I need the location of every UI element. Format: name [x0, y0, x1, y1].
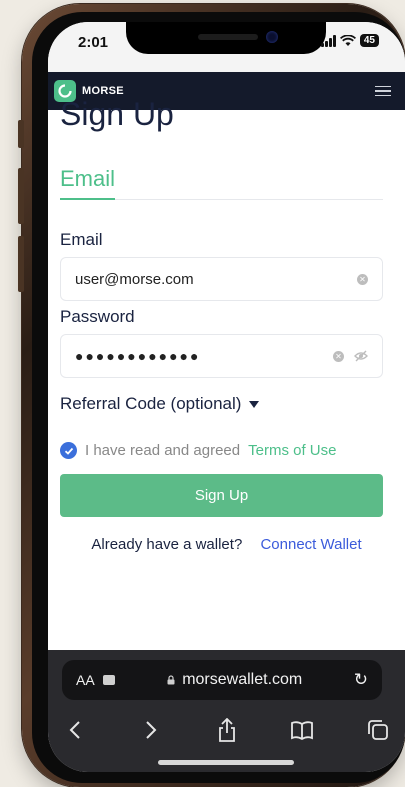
tabs-icon[interactable]: [365, 717, 391, 743]
volume-up-button: [18, 168, 24, 224]
menu-icon[interactable]: [375, 85, 391, 97]
volume-down-button: [18, 236, 24, 292]
forward-icon[interactable]: [138, 717, 164, 743]
bookmarks-icon[interactable]: [289, 717, 315, 743]
phone-screen: 2:01 45 MORSE Sign Up Email Email user@m…: [48, 22, 405, 772]
connect-wallet-row: Already have a wallet? Connect Wallet: [48, 536, 405, 553]
lock-icon: [167, 675, 175, 685]
terms-agreement: I have read and agreed Terms of Use: [60, 442, 336, 459]
tab-email[interactable]: Email: [60, 166, 116, 200]
home-indicator: [158, 760, 294, 765]
front-camera: [266, 31, 278, 43]
caret-down-icon: [249, 400, 260, 408]
eye-off-icon[interactable]: [354, 349, 368, 363]
mute-switch: [18, 120, 24, 148]
tab-row: Email: [60, 166, 383, 200]
email-label: Email: [60, 230, 103, 249]
status-time: 2:01: [78, 34, 109, 51]
sign-up-button[interactable]: Sign Up: [60, 474, 383, 517]
status-bar: 2:01 45: [48, 22, 405, 72]
text-size-button[interactable]: AA: [76, 672, 95, 688]
reload-icon[interactable]: ↻: [354, 670, 368, 690]
back-icon[interactable]: [62, 717, 88, 743]
agree-checkbox[interactable]: [60, 442, 77, 459]
connect-wallet-link[interactable]: Connect Wallet: [260, 536, 361, 553]
password-label: Password: [60, 307, 135, 326]
speaker: [198, 34, 258, 40]
already-have-wallet-text: Already have a wallet?: [91, 536, 243, 553]
browser-toolbar: [48, 710, 405, 750]
status-icons: 45: [320, 34, 379, 47]
password-field[interactable]: ●●●●●●●●●●●● ✕: [60, 334, 383, 378]
email-value: user@morse.com: [75, 270, 194, 288]
signal-icon: [320, 34, 336, 47]
agree-text: I have read and agreed: [85, 442, 241, 459]
battery-icon: 45: [359, 34, 379, 47]
clear-password-icon[interactable]: ✕: [333, 350, 344, 362]
referral-toggle[interactable]: Referral Code (optional): [60, 394, 260, 414]
extension-icon[interactable]: [102, 675, 115, 685]
referral-label: Referral Code (optional): [60, 394, 242, 413]
password-value: ●●●●●●●●●●●●: [75, 348, 201, 364]
email-field[interactable]: user@morse.com ✕: [60, 257, 383, 301]
clear-email-icon[interactable]: ✕: [357, 273, 368, 285]
url-text: morsewallet.com: [182, 671, 303, 688]
url-display[interactable]: morsewallet.com: [115, 671, 354, 689]
terms-of-use-link[interactable]: Terms of Use: [248, 442, 336, 459]
browser-chrome: AA morsewallet.com ↻: [48, 650, 405, 772]
wifi-icon: [339, 34, 356, 46]
page-title: Sign Up: [60, 96, 174, 132]
share-icon[interactable]: [214, 717, 240, 743]
notch: [126, 22, 326, 54]
address-bar[interactable]: AA morsewallet.com ↻: [62, 660, 382, 700]
